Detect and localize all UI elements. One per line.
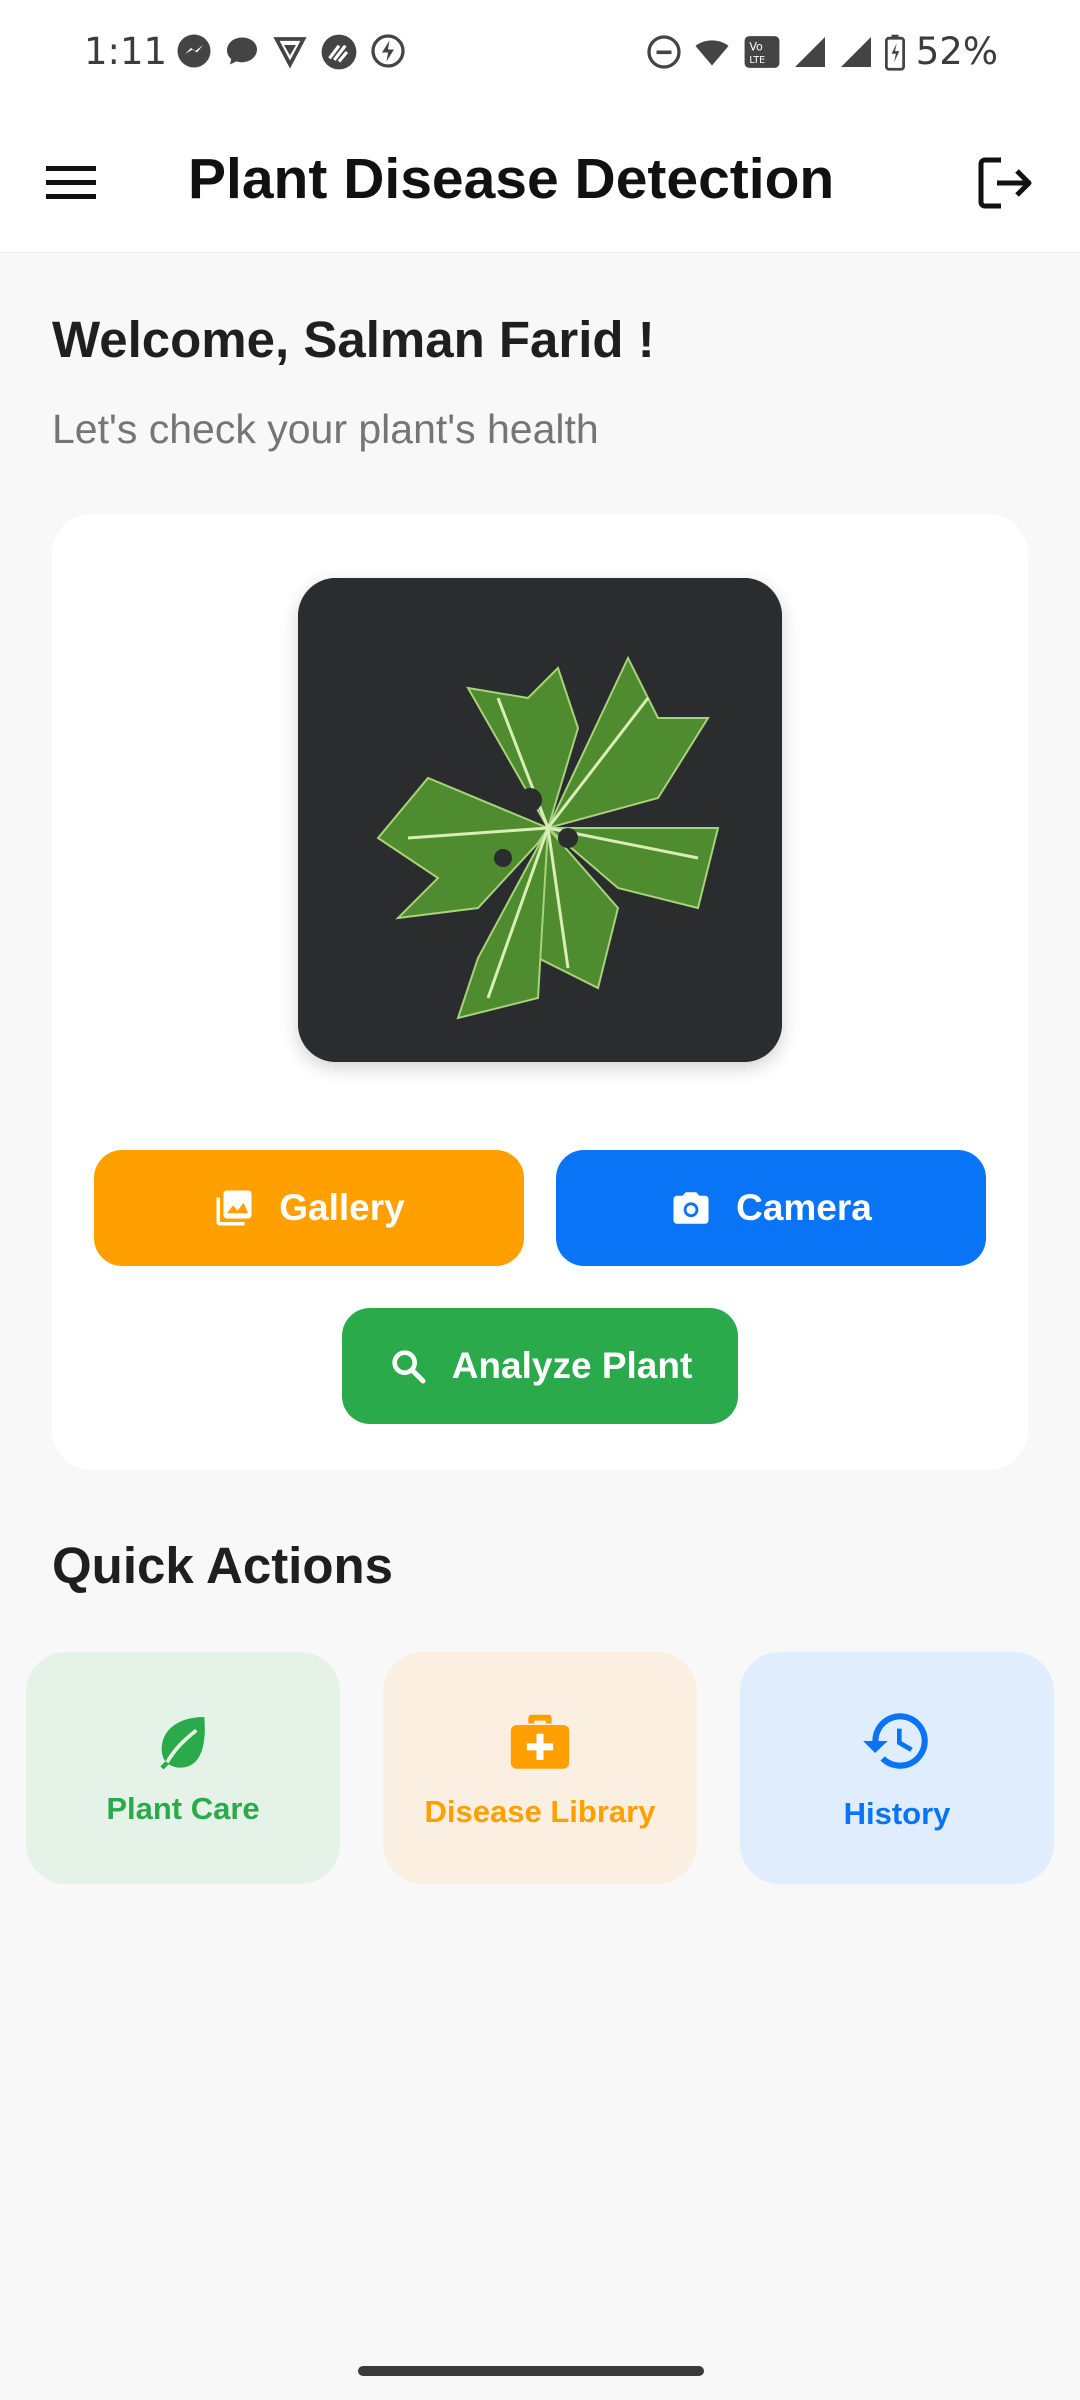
plant-image	[298, 578, 782, 1062]
analyze-plant-label: Analyze Plant	[451, 1345, 693, 1386]
gallery-label: Gallery	[279, 1187, 405, 1228]
welcome-title: Welcome, Salman Farid !	[52, 311, 655, 368]
menu-icon	[46, 166, 96, 199]
notification-icons	[176, 33, 406, 71]
disease-library-tile[interactable]: Disease Library	[383, 1652, 697, 1884]
quick-actions-title: Quick Actions	[52, 1537, 394, 1594]
system-icons: Vo LTE 52%	[646, 30, 998, 73]
camera-icon	[673, 1192, 709, 1224]
status-time: 1:11	[84, 30, 168, 73]
plant-care-tile[interactable]: Plant Care	[26, 1652, 340, 1884]
medical-kit-icon	[510, 1714, 570, 1769]
image-card: Gallery Camera Analyze Plant	[52, 514, 1028, 1470]
history-icon	[863, 1713, 928, 1769]
gallery-button[interactable]: Gallery	[94, 1150, 524, 1266]
history-label: History	[843, 1796, 951, 1831]
volte-icon: Vo LTE	[744, 35, 780, 68]
home-indicator[interactable]	[358, 2366, 704, 2376]
plant-care-label: Plant Care	[106, 1791, 260, 1826]
wifi-icon	[695, 39, 729, 65]
signal-icon	[840, 36, 871, 67]
gallery-icon	[216, 1190, 252, 1226]
analyze-plant-button[interactable]: Analyze Plant	[342, 1308, 738, 1424]
search-icon	[392, 1350, 426, 1384]
leaf-icon	[160, 1717, 205, 1770]
dnd-icon	[647, 34, 681, 69]
messenger-icon	[177, 34, 211, 68]
app-bar: Plant Disease Detection	[0, 106, 1080, 253]
camera-button[interactable]: Camera	[556, 1150, 986, 1266]
welcome-subtitle: Let's check your plant's health	[52, 406, 599, 452]
leaf-photo	[298, 578, 782, 1062]
vpn-icon	[273, 37, 307, 69]
disease-library-label: Disease Library	[424, 1794, 656, 1829]
bolt-icon	[371, 34, 405, 68]
app-icon	[321, 34, 357, 70]
chat-icon	[227, 37, 257, 65]
app-title: Plant Disease Detection	[188, 147, 835, 211]
logout-button[interactable]	[970, 148, 1040, 218]
menu-button[interactable]	[36, 148, 106, 218]
battery-charging-icon	[884, 34, 905, 71]
camera-label: Camera	[736, 1187, 872, 1228]
logout-icon	[978, 157, 1032, 209]
svg-text:LTE: LTE	[749, 55, 765, 66]
history-tile[interactable]: History	[740, 1652, 1054, 1884]
battery-percent: 52%	[915, 30, 998, 73]
signal-icon	[794, 36, 825, 67]
status-bar: 1:11 Vo LTE 52%	[0, 0, 1080, 106]
svg-text:Vo: Vo	[749, 40, 763, 53]
